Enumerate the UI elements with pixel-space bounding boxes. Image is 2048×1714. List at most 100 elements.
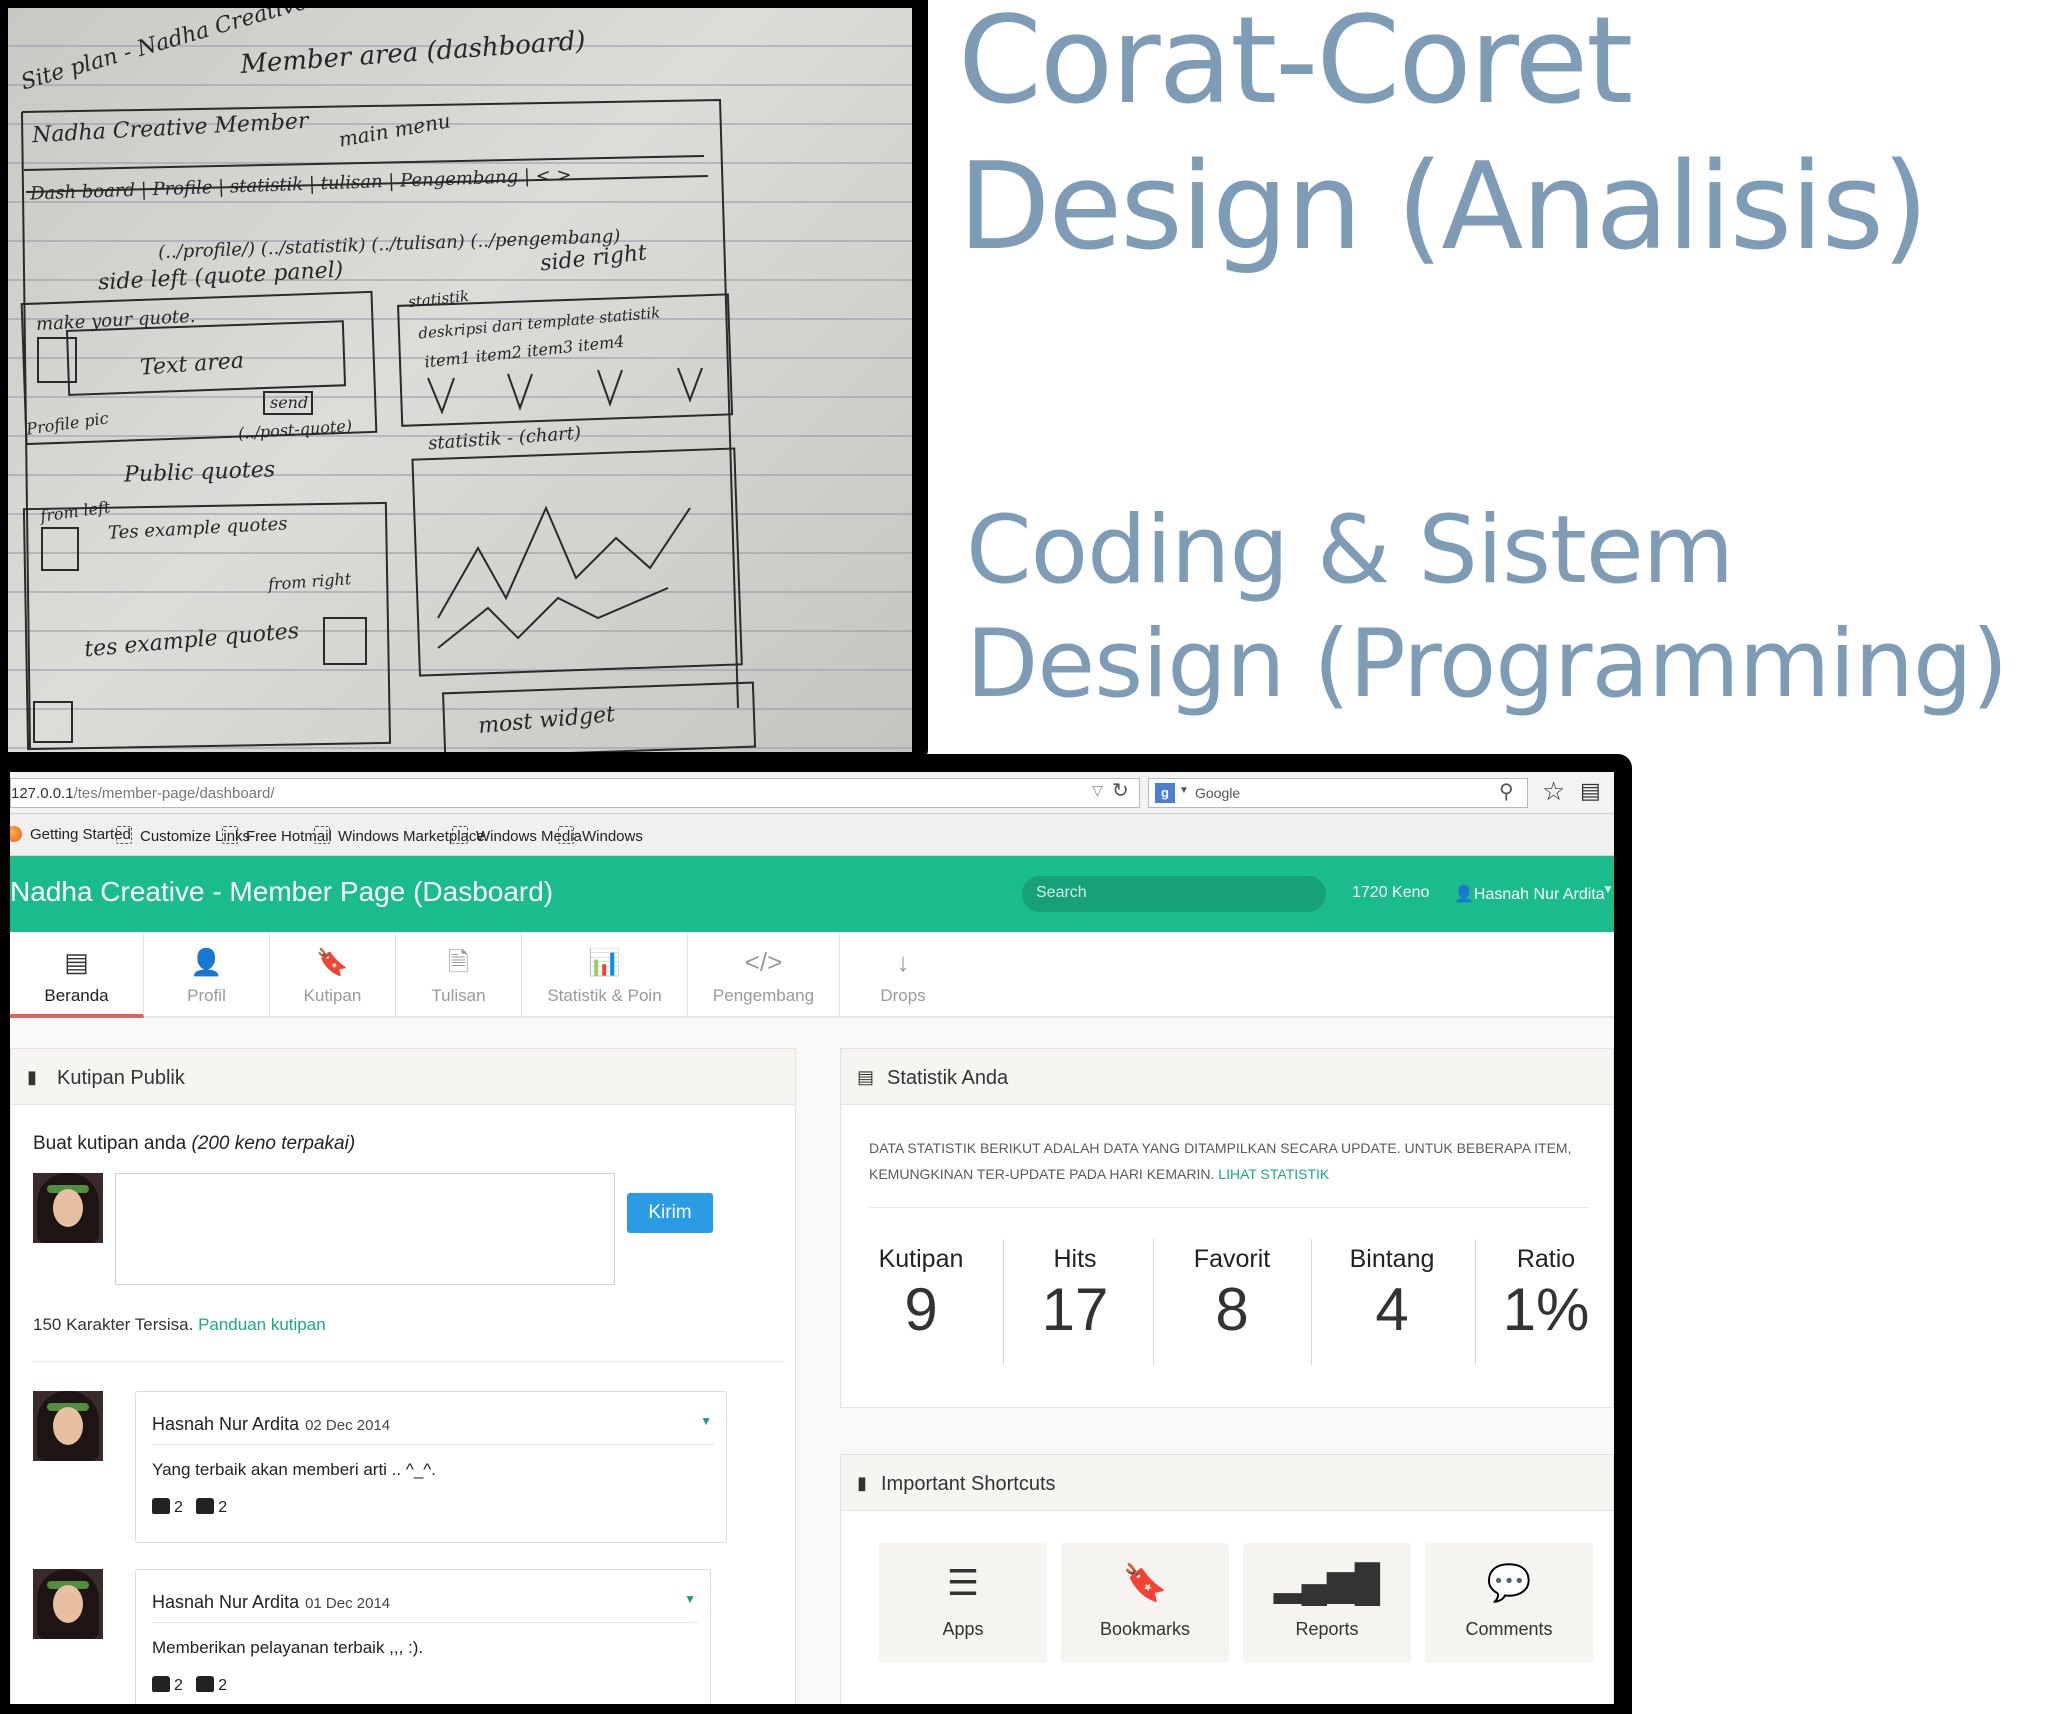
stat-hits: Hits 17 <box>1015 1245 1135 1340</box>
post-header: Hasnah Nur Ardita 02 Dec 2014 <box>152 1414 390 1435</box>
divider <box>1475 1239 1476 1365</box>
thumbs-up-icon[interactable] <box>152 1498 170 1514</box>
tab-statistik-poin[interactable]: 📊 Statistik & Poin <box>522 932 688 1018</box>
url-history-dropdown-icon[interactable]: ▽ <box>1092 782 1103 799</box>
bar-chart-icon: 📊 <box>588 947 621 977</box>
firefox-icon <box>10 826 22 842</box>
divider <box>152 1622 698 1623</box>
thumbs-up-icon[interactable] <box>196 1498 215 1514</box>
stat-value: 8 <box>1215 1276 1249 1343</box>
avatar[interactable] <box>33 1569 103 1639</box>
quote-textarea[interactable] <box>115 1173 615 1285</box>
post-text: Yang terbaik akan memberi arti .. ^_^. <box>152 1460 436 1479</box>
signal-bars-icon: ▂▄▆█ <box>1273 1562 1381 1603</box>
shortcut-comments[interactable]: 💬 Comments <box>1425 1543 1593 1663</box>
page-icon <box>452 826 468 844</box>
bookmark-windows[interactable]: Windows <box>558 826 643 845</box>
tab-drops[interactable]: ↓ Drops <box>840 932 966 1018</box>
stat-kutipan: Kutipan 9 <box>867 1245 975 1340</box>
tab-pengembang[interactable]: </> Pengembang <box>688 932 840 1018</box>
quote-guide-link[interactable]: Panduan kutipan <box>198 1315 326 1334</box>
shortcut-apps[interactable]: ☰ Apps <box>879 1543 1047 1663</box>
heading-analysis-line2: Design (Analisis) <box>958 138 1929 277</box>
compose-cost: (200 keno terpakai) <box>191 1133 356 1154</box>
post-text: Memberikan pelayanan terbaik ,,, :). <box>152 1638 424 1657</box>
app-search-input[interactable]: Search <box>1022 876 1326 912</box>
tab-tulisan[interactable]: 🗎 Tulisan <box>396 932 522 1018</box>
address-bar[interactable]: 127.0.0.1/tes/member-page/dashboard/ <box>10 778 1140 808</box>
keno-balance[interactable]: 1720 Keno <box>1352 884 1429 902</box>
app-header: Nadha Creative - Member Page (Dasboard) … <box>10 856 1614 932</box>
avatar <box>33 1173 103 1243</box>
stat-label: Favorit <box>1193 1245 1271 1273</box>
view-stats-link[interactable]: LIHAT STATISTIK <box>1218 1166 1329 1182</box>
stats-panel: ▤ Statistik Anda DATA STATISTIK BERIKUT … <box>840 1048 1614 1408</box>
bookmark-getting-started[interactable]: Getting Started <box>10 826 131 843</box>
bookmarks-toolbar: Getting Started Customize Links Free Hot… <box>10 814 1614 856</box>
stat-label: Hits <box>1053 1245 1097 1273</box>
engine-dropdown-icon[interactable]: ▼ <box>1179 785 1189 796</box>
tab-profil[interactable]: 👤 Profil <box>144 932 270 1018</box>
tab-label: Tulisan <box>431 986 486 1005</box>
reload-icon[interactable]: ↻ <box>1112 778 1129 803</box>
shortcut-label: Comments <box>1465 1619 1553 1639</box>
quote-post: Hasnah Nur Ardita 01 Dec 2014 ▼ Memberika… <box>135 1569 711 1704</box>
dashboard-content: ▮ Kutipan Publik Buat kutipan anda (200 … <box>10 1018 1614 1704</box>
post-reactions: 2 2 <box>152 1676 227 1695</box>
avatar[interactable] <box>33 1391 103 1461</box>
search-engine-name: Google <box>1195 785 1241 801</box>
tab-beranda[interactable]: ▤ Beranda <box>10 932 144 1018</box>
stat-value: 17 <box>1041 1276 1109 1343</box>
tab-label: Kutipan <box>303 986 362 1005</box>
thumbs-up-icon[interactable] <box>152 1676 170 1692</box>
tab-label: Beranda <box>44 986 109 1005</box>
shortcut-label: Reports <box>1295 1619 1359 1639</box>
post-header: Hasnah Nur Ardita 01 Dec 2014 <box>152 1592 390 1613</box>
public-quotes-panel: ▮ Kutipan Publik Buat kutipan anda (200 … <box>10 1048 796 1704</box>
panel-header: ▮ Important Shortcuts <box>841 1455 1613 1511</box>
char-counter-text: 150 Karakter Tersisa. <box>33 1315 194 1334</box>
bookmark-icon: 🔖 <box>1122 1562 1168 1603</box>
url-host: 127.0.0.1 <box>11 785 74 802</box>
user-icon: 👤 <box>1454 886 1474 903</box>
share-count: 2 <box>218 1499 228 1516</box>
stat-value: 4 <box>1375 1276 1409 1343</box>
quote-post: Hasnah Nur Ardita 02 Dec 2014 ▼ Yang terb… <box>135 1391 727 1543</box>
like-count: 2 <box>174 1677 183 1694</box>
shortcut-reports[interactable]: ▂▄▆█ Reports <box>1243 1543 1411 1663</box>
send-button[interactable]: Kirim <box>627 1193 713 1233</box>
divider <box>152 1444 714 1445</box>
panel-header: ▤ Statistik Anda <box>841 1049 1613 1105</box>
post-author[interactable]: Hasnah Nur Ardita <box>152 1414 299 1434</box>
like-count: 2 <box>174 1499 183 1516</box>
divider <box>1311 1239 1312 1365</box>
file-icon: 🗎 <box>448 947 469 977</box>
search-engine-box[interactable]: g ▼ Google ⚲ <box>1148 778 1528 808</box>
bookmark-star-icon[interactable]: ☆ <box>1542 776 1565 807</box>
tab-kutipan[interactable]: 🔖 Kutipan <box>270 932 396 1018</box>
user-name: Hasnah Nur Ardita <box>1473 886 1605 903</box>
tab-label: Pengembang <box>712 986 815 1005</box>
stat-favorit: Favorit 8 <box>1171 1245 1293 1340</box>
bookmarks-menu-icon[interactable]: ▤ <box>1580 778 1601 804</box>
magnifier-icon[interactable]: ⚲ <box>1499 779 1514 804</box>
user-menu[interactable]: 👤Hasnah Nur Ardita <box>1454 884 1605 904</box>
newspaper-icon: ▤ <box>64 947 89 977</box>
caret-down-icon[interactable]: ▼ <box>1602 882 1614 896</box>
shortcut-label: Apps <box>942 1619 984 1639</box>
page-icon <box>116 826 132 844</box>
newspaper-icon: ▤ <box>857 1067 875 1087</box>
url-path: /tes/member-page/dashboard/ <box>73 785 275 802</box>
thumbs-up-icon[interactable] <box>196 1676 215 1692</box>
bookmark-icon: ▮ <box>857 1473 867 1493</box>
divider <box>1003 1239 1004 1365</box>
caret-down-icon[interactable]: ▼ <box>700 1414 712 1428</box>
char-counter: 150 Karakter Tersisa. Panduan kutipan <box>33 1315 326 1335</box>
page-icon <box>222 826 238 844</box>
panel-header: ▮ Kutipan Publik <box>11 1049 795 1105</box>
panel-title: Kutipan Publik <box>57 1067 185 1089</box>
shortcut-bookmarks[interactable]: 🔖 Bookmarks <box>1061 1543 1229 1663</box>
post-author[interactable]: Hasnah Nur Ardita <box>152 1592 299 1612</box>
google-logo-icon: g <box>1155 783 1175 803</box>
caret-down-icon[interactable]: ▼ <box>684 1592 696 1606</box>
